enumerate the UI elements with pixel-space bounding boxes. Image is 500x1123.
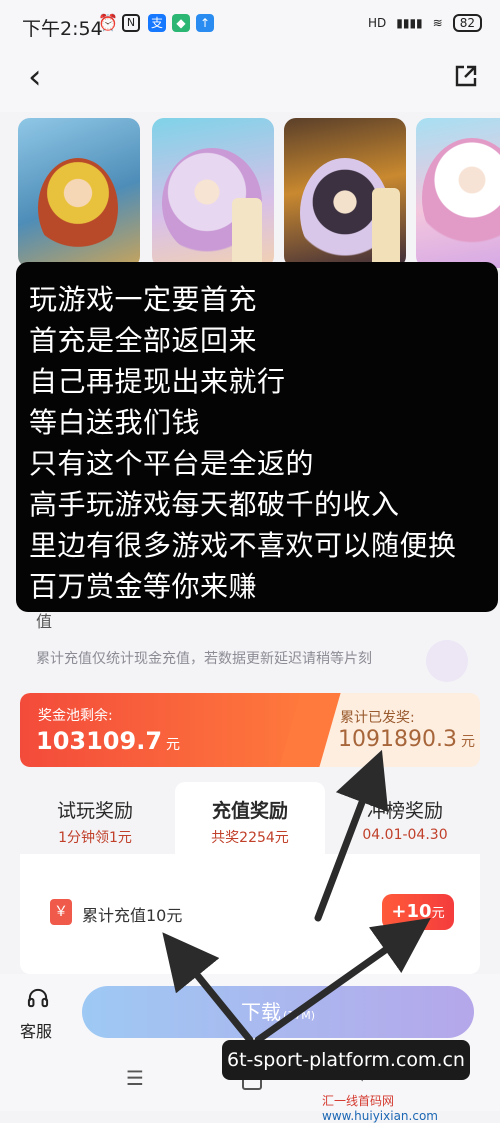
arrow-to-issued <box>314 749 389 922</box>
pool-remaining-value: 103109.7 元 <box>36 727 181 755</box>
pool-remaining-label: 奖金池剩余: <box>38 708 113 724</box>
domain-watermark: 6t-sport-platform.com.cn <box>222 1040 470 1080</box>
arrow-to-badge <box>254 917 431 1044</box>
site-watermark: 汇一线首码网 www.huiyixian.com <box>322 1094 438 1123</box>
arrow-to-reward <box>162 932 254 1044</box>
annotation-arrows <box>162 749 431 1044</box>
